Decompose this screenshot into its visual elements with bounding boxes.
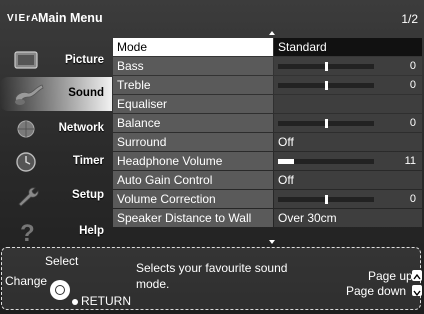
sidebar-item-setup[interactable]: Setup: [0, 179, 112, 213]
setting-number: 0: [409, 117, 416, 129]
sidebar-item-help[interactable]: ? Help: [0, 215, 112, 249]
setting-row-surround[interactable]: Surround Off: [113, 133, 422, 151]
setting-slider-cell[interactable]: 0: [274, 57, 422, 75]
setting-label: Mode: [113, 38, 273, 56]
headphone-volume-slider[interactable]: [278, 159, 374, 164]
sidebar-item-network[interactable]: Network: [0, 112, 112, 146]
setting-row-mode[interactable]: Mode Standard: [113, 38, 422, 56]
balance-slider[interactable]: [278, 119, 374, 128]
setting-row-balance[interactable]: Balance 0: [113, 114, 422, 132]
return-hint: RETURN: [81, 294, 131, 308]
page-title: Main Menu: [38, 11, 103, 25]
setting-number: 11: [404, 155, 416, 167]
setting-label: Balance: [113, 114, 273, 132]
setting-row-treble[interactable]: Treble 0: [113, 76, 422, 94]
bass-slider[interactable]: [278, 62, 374, 71]
setting-slider-cell[interactable]: 11: [274, 152, 422, 170]
category-sidebar: Picture Sound Network Timer Setup ? Help: [0, 40, 112, 247]
sidebar-item-label: Picture: [65, 54, 104, 66]
setting-row-auto-gain-control[interactable]: Auto Gain Control Off: [113, 171, 422, 189]
return-dot-icon: [72, 299, 78, 305]
slider-fill: [278, 159, 295, 164]
question-mark-icon: ?: [12, 219, 40, 247]
setting-number: 0: [409, 79, 416, 91]
setting-slider-cell[interactable]: 0: [274, 114, 422, 132]
scroll-up-arrow-icon[interactable]: [269, 31, 275, 35]
help-description-line1: Selects your favourite sound: [136, 261, 288, 275]
treble-slider[interactable]: [278, 81, 374, 90]
sidebar-item-label: Network: [58, 122, 104, 134]
page-up-key-icon: [412, 270, 422, 281]
picture-icon: [12, 48, 40, 74]
sidebar-item-label: Sound: [68, 87, 104, 99]
setting-value[interactable]: Over 30cm: [274, 209, 422, 227]
page-indicator: 1/2: [401, 12, 418, 26]
sidebar-item-label: Timer: [72, 155, 104, 167]
slider-marker: [324, 119, 328, 128]
sidebar-item-label: Help: [79, 225, 104, 237]
setting-row-headphone-volume[interactable]: Headphone Volume 11: [113, 152, 422, 170]
sidebar-item-picture[interactable]: Picture: [0, 44, 112, 78]
setting-label: Bass: [113, 57, 273, 75]
header-bar: VIErA Main Menu 1/2: [0, 0, 424, 40]
setting-row-volume-correction[interactable]: Volume Correction 0: [113, 190, 422, 208]
page-down-hint: Page down: [346, 284, 407, 298]
svg-text:?: ?: [20, 220, 35, 245]
setting-number: 0: [409, 193, 416, 205]
setting-slider-cell[interactable]: 0: [274, 76, 422, 94]
slider-marker: [324, 62, 328, 71]
setting-row-equaliser[interactable]: Equaliser: [113, 95, 422, 113]
clock-icon: [12, 149, 40, 175]
wrench-icon: [12, 183, 40, 209]
setting-number: 0: [409, 60, 416, 72]
brand-logo: VIErA: [7, 13, 40, 24]
sidebar-item-timer[interactable]: Timer: [0, 145, 112, 179]
setting-label: Headphone Volume: [113, 152, 273, 170]
volume-correction-slider[interactable]: [278, 195, 374, 204]
change-hint: Change: [5, 274, 48, 288]
setting-row-bass[interactable]: Bass 0: [113, 57, 422, 75]
setting-label: Equaliser: [113, 95, 273, 113]
sidebar-item-sound[interactable]: Sound: [0, 77, 112, 111]
slider-marker: [324, 81, 328, 90]
help-description-line2: mode.: [136, 277, 170, 291]
setting-value[interactable]: Off: [274, 133, 422, 151]
slider-marker: [324, 195, 328, 204]
setting-value[interactable]: Off: [274, 171, 422, 189]
setting-label: Auto Gain Control: [113, 171, 273, 189]
setting-label: Speaker Distance to Wall: [113, 209, 273, 227]
globe-icon: [12, 116, 40, 142]
setting-value[interactable]: Standard: [274, 38, 422, 56]
setting-row-speaker-distance[interactable]: Speaker Distance to Wall Over 30cm: [113, 209, 422, 227]
music-note-icon: [12, 81, 44, 107]
sound-settings-list: Mode Standard Bass 0 Treble 0 Equaliser …: [113, 38, 422, 228]
setting-label: Surround: [113, 133, 273, 151]
page-down-key-icon: [412, 285, 422, 297]
setting-label: Volume Correction: [113, 190, 273, 208]
page-up-hint: Page up: [368, 269, 413, 283]
dpad-ok-icon: [50, 280, 70, 300]
scroll-down-arrow-icon[interactable]: [269, 240, 275, 244]
setting-value[interactable]: [274, 95, 422, 113]
setting-label: Treble: [113, 76, 273, 94]
sidebar-item-label: Setup: [72, 189, 104, 201]
select-hint: Select: [45, 254, 79, 268]
setting-slider-cell[interactable]: 0: [274, 190, 422, 208]
